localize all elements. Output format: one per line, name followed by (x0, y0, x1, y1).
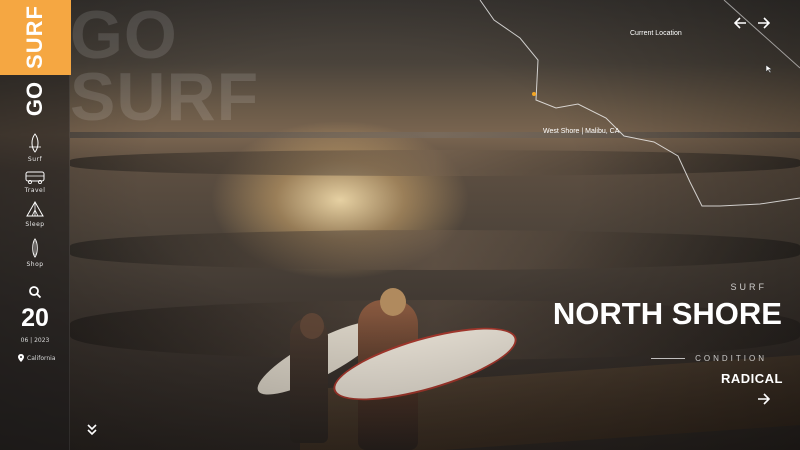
mouse-cursor-icon (765, 64, 773, 74)
location-marker[interactable] (532, 92, 536, 96)
prev-slide-button[interactable] (733, 14, 747, 33)
next-slide-button[interactable] (757, 14, 771, 33)
logo-go-text: GO (22, 81, 47, 117)
sidebar: SURF GO Surf Travel Sleep Shop 20 06 | 2… (0, 0, 71, 450)
spot-title: NORTH SHORE (552, 296, 782, 331)
spot-location-label[interactable]: West Shore | Malibu, CA (543, 128, 619, 135)
sidebar-item-label: Surf (27, 156, 43, 163)
arrow-right-icon[interactable] (757, 393, 770, 405)
board-shop-icon (32, 238, 38, 258)
condition-value: RADICAL (721, 371, 783, 386)
tent-icon (26, 200, 44, 217)
map-pin-icon (18, 354, 24, 362)
divider-line (651, 358, 686, 359)
sidebar-item-sleep[interactable]: Sleep (0, 200, 70, 228)
spot-category: SURF (730, 282, 767, 292)
arrow-left-icon (733, 17, 746, 29)
condition-row: CONDITION (651, 354, 767, 363)
date-month-year: 06 | 2023 (20, 337, 50, 344)
date-day: 20 (21, 304, 49, 332)
chevron-double-down-icon[interactable] (86, 423, 98, 437)
sidebar-item-label: Travel (24, 187, 46, 194)
logo[interactable]: SURF (0, 0, 71, 75)
sidebar-item-shop[interactable]: Shop (0, 238, 70, 268)
ghost-text-surf: SURF (70, 59, 260, 135)
sidebar-item-travel[interactable]: Travel (0, 170, 70, 194)
arrow-right-icon (758, 17, 771, 29)
condition-label: CONDITION (695, 354, 767, 363)
van-icon (25, 171, 45, 184)
surfboard-icon (29, 133, 41, 153)
location-indicator: California (18, 354, 56, 362)
location-text: California (27, 354, 56, 362)
sidebar-item-surf[interactable]: Surf (0, 133, 70, 163)
sidebar-item-label: Shop (26, 261, 44, 268)
current-location-label[interactable]: Current Location (630, 30, 682, 37)
search-icon[interactable] (28, 285, 42, 299)
slide-navigation (733, 14, 771, 33)
logo-surf-text: SURF (22, 5, 47, 69)
ghost-text-go: GO (70, 0, 178, 73)
sidebar-item-label: Sleep (25, 221, 45, 228)
